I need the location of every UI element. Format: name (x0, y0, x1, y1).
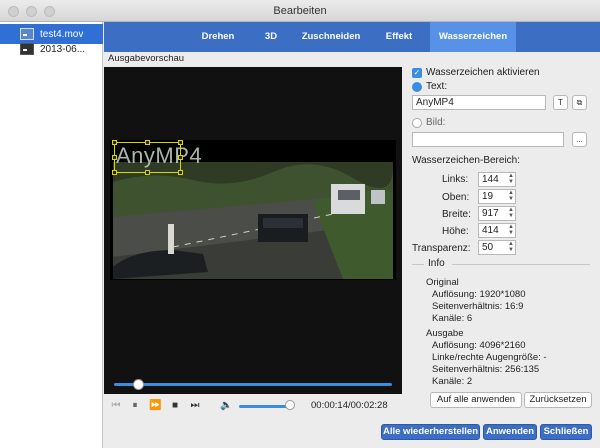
title-bar: Bearbeiten (0, 0, 600, 22)
minimize-window-icon[interactable] (26, 6, 37, 17)
close-window-icon[interactable] (8, 6, 19, 17)
transparency-value: 50 (482, 242, 494, 253)
original-channels: Kanäle: 6 (432, 313, 473, 324)
top-stepper[interactable]: 19 ▲ ▼ (478, 189, 516, 204)
tab-watermark[interactable]: Wasserzeichen (430, 22, 516, 52)
image-path-field[interactable] (412, 132, 564, 147)
font-icon[interactable]: T (553, 95, 568, 110)
playback-controls: ⏮ ⏸ ⏩ ■ ⏭ 🔈 00:00:14/00:02:28 (104, 394, 402, 418)
restore-all-button[interactable]: Alle wiederherstellen (381, 424, 480, 440)
edit-window: Bearbeiten test4.mov 2013-06... Drehen 3… (0, 0, 600, 448)
output-title: Ausgabe (426, 328, 464, 339)
image-radio[interactable] (412, 118, 422, 128)
preview-label: Ausgabevorschau (108, 53, 185, 64)
watermark-settings-panel: ✓ Wasserzeichen aktivieren Text: AnyMP4 … (402, 52, 600, 418)
height-stepper[interactable]: 414 ▲ ▼ (478, 223, 516, 238)
stepper-arrows-icon[interactable]: ▲ ▼ (508, 224, 514, 236)
output-channels: Kanäle: 2 (432, 376, 473, 387)
transparency-label: Transparenz: (412, 243, 471, 254)
timeline-playhead[interactable] (133, 379, 144, 390)
tab-rotate[interactable]: Drehen (190, 22, 246, 52)
watermark-area-label: Wasserzeichen-Bereich: (412, 155, 521, 166)
skip-forward-icon[interactable]: ⏭ (189, 400, 201, 412)
height-value: 414 (482, 225, 499, 236)
stepper-arrows-icon[interactable]: ▲ ▼ (508, 241, 514, 253)
video-scene-image (113, 162, 393, 279)
volume-icon[interactable]: 🔈 (220, 400, 232, 412)
timeline-track[interactable] (114, 383, 392, 386)
tab-effect[interactable]: Effekt (374, 22, 424, 52)
output-resolution: Auflösung: 4096*2160 (432, 340, 526, 351)
skip-back-icon[interactable]: ⏮ (110, 400, 122, 412)
file-item[interactable]: 2013-06... (0, 39, 103, 59)
text-color-icon[interactable]: ⧉ (572, 95, 587, 110)
original-resolution: Auflösung: 1920*1080 (432, 289, 526, 300)
divider (412, 264, 424, 265)
info-title: Info (428, 258, 445, 269)
transparency-stepper[interactable]: 50 ▲ ▼ (478, 240, 516, 255)
volume-knob[interactable] (285, 400, 295, 410)
resize-handle[interactable] (178, 155, 183, 160)
file-name: test4.mov (40, 28, 84, 40)
resize-handle[interactable] (178, 170, 183, 175)
apply-to-all-button[interactable]: Auf alle anwenden (430, 392, 522, 408)
video-thumbnail-icon (20, 43, 34, 55)
resize-handle[interactable] (178, 140, 183, 145)
stepper-arrows-icon[interactable]: ▲ ▼ (508, 207, 514, 219)
timeline (104, 374, 402, 394)
file-name: 2013-06... (40, 43, 86, 55)
resize-handle[interactable] (112, 170, 117, 175)
text-label: Text: (426, 81, 448, 92)
divider (452, 264, 590, 265)
fast-forward-icon[interactable]: ⏩ (149, 400, 161, 412)
playback-time: 00:00:14/00:02:28 (311, 400, 388, 411)
file-list: test4.mov 2013-06... (0, 22, 103, 448)
tab-3d[interactable]: 3D (254, 22, 288, 52)
reset-button[interactable]: Zurücksetzen (524, 392, 592, 408)
tab-crop[interactable]: Zuschneiden (298, 22, 364, 52)
width-stepper[interactable]: 917 ▲ ▼ (478, 206, 516, 221)
top-label: Oben: (442, 192, 470, 203)
original-aspect: Seitenverhältnis: 16:9 (432, 301, 524, 312)
watermark-preview-text: AnyMP4 (116, 143, 203, 168)
output-eye-size: Linke/rechte Augengröße: - (432, 352, 547, 363)
width-label: Breite: (442, 209, 471, 220)
apply-button[interactable]: Anwenden (483, 424, 537, 440)
top-value: 19 (482, 191, 494, 202)
close-button[interactable]: Schließen (540, 424, 592, 440)
resize-handle[interactable] (112, 155, 117, 160)
text-radio[interactable] (412, 82, 422, 92)
zoom-window-icon[interactable] (44, 6, 55, 17)
window-title: Bearbeiten (273, 5, 327, 17)
watermark-text-field[interactable]: AnyMP4 (412, 95, 546, 110)
image-label: Bild: (426, 117, 446, 128)
output-aspect: Seitenverhältnis: 256:135 (432, 364, 540, 375)
tab-bar: Drehen 3D Zuschneiden Effekt Wasserzeich… (104, 22, 600, 52)
left-label: Links: (442, 174, 469, 185)
width-value: 917 (482, 208, 499, 219)
enable-watermark-label: Wasserzeichen aktivieren (426, 67, 540, 78)
height-label: Höhe: (442, 226, 469, 237)
left-stepper[interactable]: 144 ▲ ▼ (478, 172, 516, 187)
stop-icon[interactable]: ■ (169, 400, 181, 412)
stepper-arrows-icon[interactable]: ▲ ▼ (508, 173, 514, 185)
resize-handle[interactable] (145, 170, 150, 175)
enable-watermark-checkbox[interactable]: ✓ (412, 68, 422, 78)
left-value: 144 (482, 174, 499, 185)
volume-slider[interactable] (239, 405, 289, 408)
resize-handle[interactable] (145, 140, 150, 145)
stepper-arrows-icon[interactable]: ▲ ▼ (508, 190, 514, 202)
browse-button[interactable]: ... (572, 132, 587, 147)
resize-handle[interactable] (112, 140, 117, 145)
original-title: Original (426, 277, 459, 288)
pause-icon[interactable]: ⏸ (129, 400, 141, 412)
